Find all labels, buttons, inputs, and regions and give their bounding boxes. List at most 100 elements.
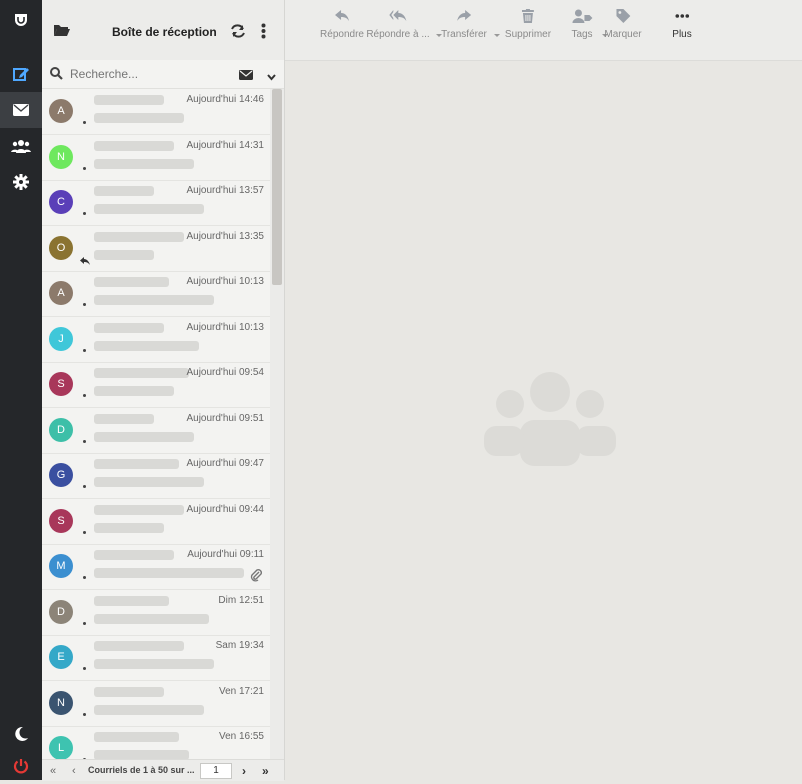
- unread-dot: [83, 576, 86, 579]
- message-row[interactable]: E Sam 19:34: [42, 635, 270, 681]
- message-row[interactable]: M Aujourd'hui 09:11: [42, 544, 270, 590]
- sender-avatar: A: [49, 281, 73, 305]
- tags-icon: [572, 8, 592, 24]
- app-logo-icon[interactable]: [0, 2, 42, 38]
- message-date: Aujourd'hui 09:54: [186, 367, 264, 378]
- settings-gear-icon[interactable]: [0, 164, 42, 200]
- sender-name-redacted: [94, 550, 174, 560]
- subject-redacted: [94, 113, 184, 123]
- sender-name-redacted: [94, 459, 179, 469]
- sender-avatar: G: [49, 463, 73, 487]
- message-row[interactable]: D Dim 12:51: [42, 590, 270, 636]
- message-row[interactable]: A Aujourd'hui 10:13: [42, 271, 270, 317]
- unread-dot: [83, 439, 86, 443]
- message-row[interactable]: S Aujourd'hui 09:54: [42, 362, 270, 408]
- unread-dot: [83, 712, 86, 716]
- message-row[interactable]: N Aujourd'hui 14:31: [42, 135, 270, 181]
- trash-icon: [521, 8, 534, 24]
- message-date: Aujourd'hui 09:51: [186, 412, 264, 424]
- search-bar: [42, 60, 284, 89]
- toolbar-button-label: Répondre à ...: [366, 29, 430, 40]
- unread-dot: [83, 394, 86, 397]
- message-date: Aujourd'hui 10:13: [186, 276, 264, 287]
- prev-page-icon[interactable]: ‹: [72, 765, 76, 777]
- toolbar-button-marquer[interactable]: Marquer: [604, 8, 642, 54]
- replied-icon: [80, 254, 90, 268]
- search-input[interactable]: [68, 65, 232, 83]
- next-page-icon[interactable]: ›: [242, 764, 246, 778]
- scrollbar-thumb[interactable]: [272, 89, 282, 285]
- page-number-input[interactable]: 1: [200, 763, 232, 779]
- toolbar-button-label: Supprimer: [504, 29, 552, 40]
- subject-redacted: [94, 204, 204, 214]
- first-page-icon[interactable]: «: [50, 765, 56, 777]
- toolbar-button-label: Plus: [672, 29, 692, 40]
- sender-name-redacted: [94, 686, 164, 697]
- search-icon: [50, 67, 63, 83]
- message-date: Ven 16:55: [218, 731, 264, 742]
- unread-dot: [83, 121, 86, 124]
- message-date: Aujourd'hui 13:35: [186, 230, 264, 242]
- message-date: Aujourd'hui 09:11: [187, 549, 264, 560]
- last-page-icon[interactable]: »: [262, 764, 269, 778]
- message-date: Aujourd'hui 10:13: [186, 321, 264, 333]
- reply-icon: [334, 8, 349, 24]
- message-row[interactable]: N Ven 17:21: [42, 681, 270, 727]
- sender-name-redacted: [94, 322, 164, 333]
- contacts-icon[interactable]: [0, 128, 42, 164]
- pagination-footer: « ‹ Courriels de 1 à 50 sur ... 1 › »: [42, 759, 284, 781]
- message-row[interactable]: L Ven 16:55: [42, 726, 270, 759]
- message-row[interactable]: S Aujourd'hui 09:44: [42, 499, 270, 545]
- sender-avatar: S: [49, 508, 73, 533]
- sender-avatar: D: [49, 599, 73, 624]
- empty-preview-placeholder-icon: [480, 370, 620, 473]
- message-row[interactable]: C Aujourd'hui 13:57: [42, 180, 270, 226]
- toolbar-button-supprimer[interactable]: Supprimer: [505, 8, 551, 54]
- message-row[interactable]: J Aujourd'hui 10:13: [42, 317, 270, 363]
- sender-name-redacted: [94, 504, 184, 515]
- subject-redacted: [94, 249, 154, 260]
- unread-dot: [83, 166, 86, 170]
- subject-redacted: [94, 386, 174, 396]
- sender-name-redacted: [94, 413, 154, 424]
- list-scrollbar[interactable]: [270, 89, 284, 759]
- subject-redacted: [94, 340, 199, 351]
- subject-redacted: [94, 704, 204, 715]
- unread-dot: [83, 621, 86, 625]
- message-row[interactable]: A Aujourd'hui 14:46: [42, 89, 270, 135]
- dropdown-caret-icon[interactable]: [494, 34, 500, 37]
- toolbar-button-tags[interactable]: Tags: [571, 8, 593, 54]
- list-more-menu-icon[interactable]: [261, 23, 266, 42]
- sender-avatar: A: [49, 99, 73, 123]
- compose-icon[interactable]: [0, 56, 42, 92]
- toolbar-button-plus[interactable]: Plus: [672, 8, 692, 54]
- message-row[interactable]: O Aujourd'hui 13:35: [42, 226, 270, 272]
- unread-dot: [83, 303, 86, 306]
- sender-avatar: L: [49, 736, 73, 759]
- toolbar-button-transférer[interactable]: Transférer: [441, 8, 487, 54]
- message-row[interactable]: G Aujourd'hui 09:47: [42, 453, 270, 499]
- sender-name-redacted: [94, 186, 154, 196]
- toolbar-button-répondre[interactable]: Répondre: [320, 8, 364, 54]
- mail-icon[interactable]: [0, 92, 42, 128]
- message-row[interactable]: D Aujourd'hui 09:51: [42, 408, 270, 454]
- toolbar-button-répondre-à[interactable]: Répondre à ...: [366, 8, 430, 54]
- logout-power-icon[interactable]: [0, 748, 42, 784]
- message-list: A Aujourd'hui 14:46 N Aujourd'hui 14:31 C Auj…: [42, 89, 270, 759]
- unread-dot: [83, 485, 86, 488]
- message-date: Aujourd'hui 09:44: [186, 503, 264, 515]
- message-date: Dim 12:51: [218, 594, 264, 606]
- sender-avatar: S: [49, 372, 73, 396]
- message-date: Sam 19:34: [215, 640, 264, 651]
- forward-icon: [456, 8, 471, 24]
- search-mail-filter-icon[interactable]: [239, 69, 253, 83]
- dark-mode-moon-icon[interactable]: [0, 716, 42, 752]
- folder-open-icon[interactable]: [54, 24, 70, 39]
- chevron-down-icon[interactable]: [267, 70, 276, 84]
- sender-name-redacted: [94, 368, 189, 378]
- refresh-icon[interactable]: [230, 24, 246, 41]
- message-toolbar: Répondre Répondre à ... Transférer Supprime…: [285, 0, 802, 61]
- unread-dot: [83, 667, 86, 670]
- sender-avatar: M: [49, 554, 73, 578]
- tag-icon: [616, 8, 630, 24]
